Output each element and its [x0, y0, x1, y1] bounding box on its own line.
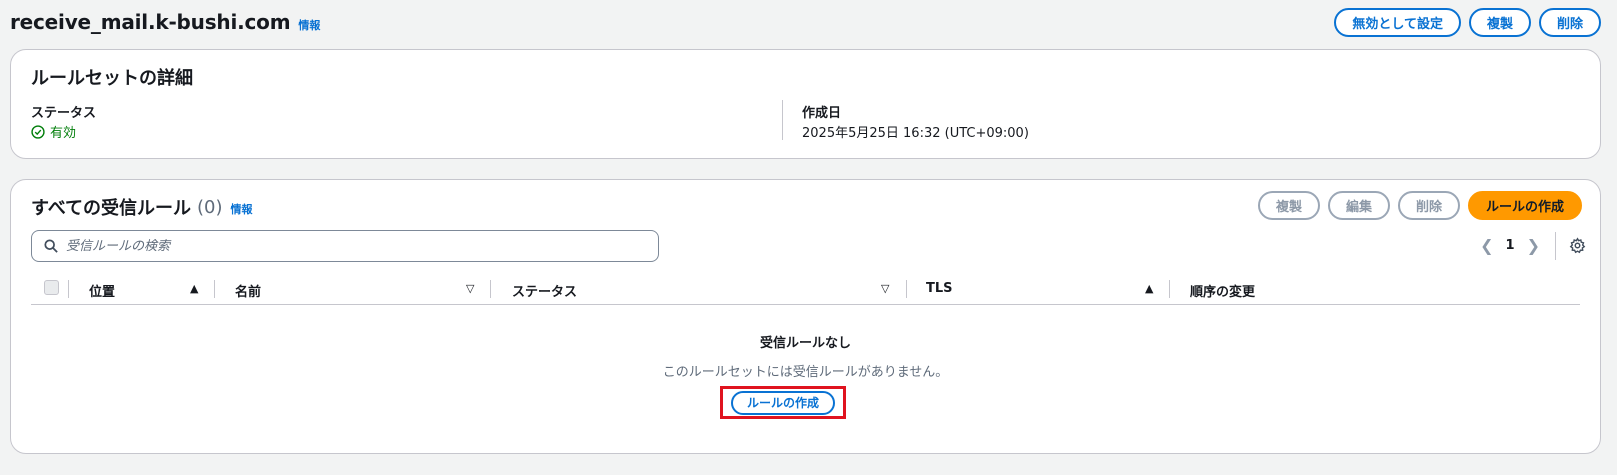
select-all-checkbox[interactable] — [44, 280, 59, 295]
column-divider — [782, 100, 783, 140]
rules-edit-button[interactable]: 編集 — [1327, 191, 1390, 220]
created-value: 2025年5月25日 16:32 (UTC+09:00) — [802, 126, 1029, 141]
rules-actions: 複製 編集 削除 ルールの作成 — [1257, 191, 1582, 220]
sort-desc-icon[interactable]: ▽ — [466, 282, 474, 295]
sort-desc-icon[interactable]: ▽ — [881, 282, 889, 295]
details-title: ルールセットの詳細 — [31, 68, 193, 89]
duplicate-button[interactable]: 複製 — [1468, 7, 1531, 37]
check-circle-icon — [31, 124, 45, 139]
ruleset-details-panel: ルールセットの詳細 ステータス 有効 作成日 2025年5月25日 16:32 … — [10, 49, 1601, 159]
rules-title: すべての受信ルール (0) 情報 — [31, 194, 253, 220]
column-separator — [68, 280, 69, 298]
created-label: 作成日 — [802, 106, 842, 121]
column-separator — [1169, 280, 1170, 298]
chevron-left-icon[interactable]: ❮ — [1480, 236, 1493, 255]
disable-button[interactable]: 無効として設定 — [1334, 7, 1461, 37]
inbound-rules-panel: すべての受信ルール (0) 情報 複製 編集 削除 ルールの作成 ❮ 1 ❯ 位… — [10, 179, 1601, 454]
column-separator — [490, 280, 491, 298]
pagination-divider — [1555, 232, 1556, 260]
current-page[interactable]: 1 — [1506, 238, 1515, 253]
search-icon — [44, 239, 58, 253]
rules-title-text: すべての受信ルール — [31, 198, 192, 219]
rules-delete-button[interactable]: 削除 — [1397, 191, 1460, 220]
page-header: receive_mail.k-bushi.com 情報 無効として設定 複製 削… — [10, 6, 1601, 38]
empty-create-rule-button[interactable]: ルールの作成 — [730, 390, 835, 415]
chevron-right-icon[interactable]: ❯ — [1527, 236, 1540, 255]
column-header-position[interactable]: 位置 — [89, 281, 115, 300]
empty-title: 受信ルールなし — [759, 336, 851, 351]
header-actions: 無効として設定 複製 削除 — [1334, 7, 1601, 37]
status-text: 有効 — [50, 126, 77, 141]
rules-count: (0) — [197, 196, 223, 218]
sort-asc-icon[interactable]: ▲ — [1145, 282, 1153, 295]
search-box — [31, 230, 659, 262]
create-rule-button[interactable]: ルールの作成 — [1467, 191, 1582, 220]
rules-duplicate-button[interactable]: 複製 — [1257, 191, 1320, 220]
empty-state: 受信ルールなし このルールセットには受信ルールがありません。 — [11, 332, 1600, 380]
search-input[interactable] — [66, 238, 626, 254]
rules-info-link[interactable]: 情報 — [231, 201, 253, 217]
sort-asc-icon[interactable]: ▲ — [190, 282, 198, 295]
empty-description: このルールセットには受信ルールがありません。 — [662, 365, 949, 380]
info-link[interactable]: 情報 — [298, 17, 320, 33]
gear-icon[interactable] — [1569, 237, 1586, 254]
delete-button[interactable]: 削除 — [1538, 7, 1601, 37]
column-separator — [214, 280, 215, 298]
pagination: ❮ 1 ❯ — [1480, 236, 1540, 255]
status-value: 有効 — [31, 122, 76, 141]
column-header-status[interactable]: ステータス — [512, 281, 577, 300]
column-header-tls[interactable]: TLS — [926, 281, 953, 296]
highlight-box: ルールの作成 — [720, 386, 846, 419]
status-label: ステータス — [31, 106, 97, 121]
table-header: 位置 ▲ 名前 ▽ ステータス ▽ TLS ▲ 順序の変更 — [31, 275, 1580, 305]
column-separator — [906, 280, 907, 298]
column-header-order: 順序の変更 — [1190, 285, 1256, 300]
page-title: receive_mail.k-bushi.com — [10, 10, 291, 34]
column-header-name[interactable]: 名前 — [235, 281, 261, 300]
